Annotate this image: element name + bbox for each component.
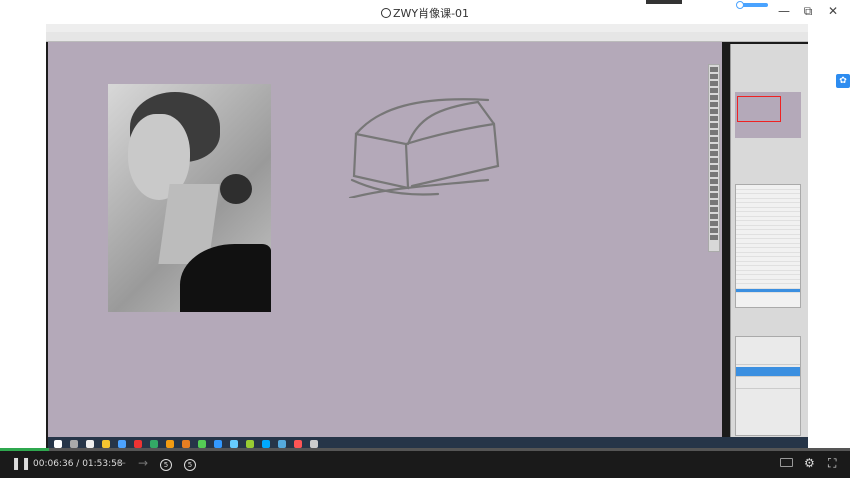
ps-toolbox (708, 64, 720, 252)
next-button[interactable]: → (138, 456, 148, 470)
layers-panel (735, 336, 801, 436)
title-indicator (646, 0, 682, 4)
rewind-5-button[interactable]: 5 (160, 456, 172, 471)
app-logo-icon (380, 8, 391, 18)
time-display: 00:06:36 / 01:53:58 (33, 459, 123, 469)
window-titlebar: ZWY肖像课-01 — ⧉ ✕ (0, 0, 850, 24)
forward-icon: 5 (184, 459, 196, 471)
current-time: 00:06:36 (33, 459, 74, 469)
photo-bun (220, 174, 252, 204)
pause-button[interactable]: ❚❚ (11, 456, 31, 470)
arrow-right-icon: → (138, 456, 149, 470)
fullscreen-icon: ⛶ (828, 456, 837, 470)
ps-menu-bar (46, 24, 808, 32)
pause-icon: ❚❚ (11, 456, 32, 470)
minimize-button[interactable]: — (776, 4, 792, 18)
player-control-bar (0, 448, 850, 478)
share-button[interactable]: ✿ (836, 74, 850, 88)
restore-button[interactable]: ⧉ (800, 4, 816, 19)
ps-options-bar (46, 32, 808, 42)
history-panel (735, 184, 801, 308)
previous-button[interactable]: ← (116, 456, 126, 470)
progress-bar[interactable] (0, 448, 850, 451)
portrait-photo (108, 84, 271, 312)
progress-fill (0, 448, 50, 451)
video-frame[interactable] (46, 24, 808, 454)
sketch-drawing (348, 98, 500, 198)
volume-knob[interactable] (736, 1, 744, 9)
ps-canvas (48, 42, 722, 437)
ps-right-panels (730, 44, 808, 454)
navigator-viewbox (737, 96, 781, 122)
rewind-icon: 5 (160, 459, 172, 471)
close-button[interactable]: ✕ (825, 4, 841, 18)
forward-5-button[interactable]: 5 (184, 456, 196, 471)
share-icon: ✿ (839, 76, 847, 86)
window-title: ZWY肖像课-01 (0, 5, 850, 21)
gear-icon: ⚙ (804, 456, 815, 470)
subtitle-icon (780, 458, 793, 467)
settings-button[interactable]: ⚙ (804, 456, 815, 470)
fullscreen-button[interactable]: ⛶ (828, 456, 836, 471)
subtitle-button[interactable] (780, 456, 793, 470)
arrow-left-icon: ← (116, 456, 127, 470)
